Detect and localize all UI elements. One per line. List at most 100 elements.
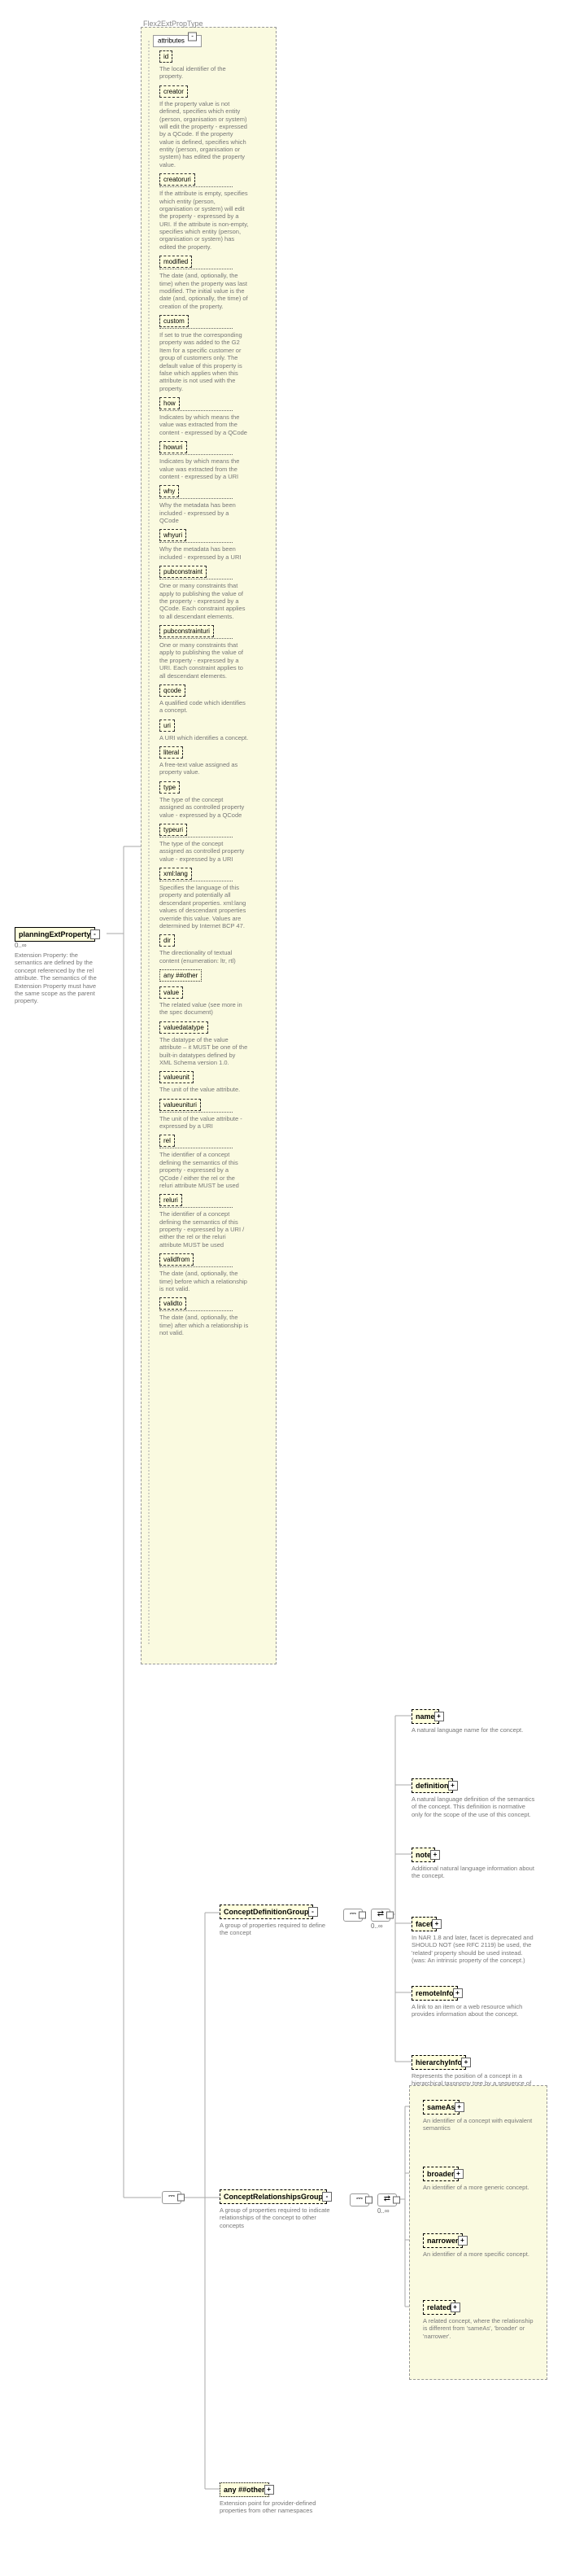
child-box[interactable]: related+	[423, 2300, 455, 2315]
attr-desc: The datatype of the value attribute – it…	[159, 1036, 249, 1067]
attr-label[interactable]: howuri	[159, 441, 187, 453]
expand-icon[interactable]: +	[434, 1712, 444, 1721]
attr-label[interactable]: creator	[159, 85, 188, 98]
sequence-icon: ⎓	[343, 1909, 363, 1922]
attr-desc: Why the metadata has been included - exp…	[159, 501, 249, 524]
attr-type: type The type of the concept assigned as …	[159, 781, 249, 819]
attr-literal: literalA free-text value assigned as pro…	[159, 746, 249, 776]
attributes-header[interactable]: attributes -	[153, 35, 202, 47]
child-box[interactable]: hierarchyInfo+	[412, 2055, 466, 2070]
expand-icon[interactable]: +	[455, 2102, 464, 2112]
attr-label[interactable]: custom	[159, 315, 189, 327]
attr-label[interactable]: value	[159, 986, 183, 999]
child-name: sameAs	[427, 2103, 455, 2111]
attr-valuedatatype: valuedatatype The datatype of the value a…	[159, 1021, 249, 1067]
child-box[interactable]: name+	[412, 1709, 439, 1724]
attr-how: how Indicates by which means the value wa…	[159, 397, 249, 436]
child-desc: An identifier of a more generic concept.	[423, 2184, 537, 2191]
sequence-icon: ⎓	[350, 2193, 369, 2206]
attr-label[interactable]: modified	[159, 256, 192, 268]
child-desc: A natural language name for the concept.	[412, 1726, 538, 1734]
child-name: facet	[416, 1920, 433, 1928]
child-desc: An identifier of a concept with equivale…	[423, 2117, 537, 2132]
cdg-child-remoteInfo: remoteInfo+A link to an item or a web re…	[412, 1986, 538, 2018]
expand-icon[interactable]: +	[432, 1919, 442, 1929]
attr-label[interactable]: xml:lang	[159, 868, 192, 880]
attr-label[interactable]: validfrom	[159, 1253, 194, 1266]
attr-label[interactable]: qcode	[159, 684, 185, 697]
any-other-name: any ##other	[224, 2486, 265, 2494]
crg-child-sameAs: sameAs+ An identifier of a concept with e…	[423, 2100, 537, 2132]
attr-label[interactable]: valueunit	[159, 1071, 194, 1083]
attr-label[interactable]: reluri	[159, 1194, 182, 1206]
cdg-child-note: note+ Additional natural language informa…	[412, 1848, 538, 1880]
attr-label[interactable]: id	[159, 50, 172, 63]
child-box[interactable]: remoteInfo+	[412, 1986, 458, 2001]
expand-icon[interactable]: -	[308, 1907, 318, 1917]
any-other-box[interactable]: any ##other +	[220, 2482, 269, 2497]
cdg-child-facet: facet+In NAR 1.8 and later, facet is dep…	[412, 1917, 538, 1965]
root-desc: Extension Property: the semantics are de…	[15, 951, 106, 1005]
attr-label[interactable]: why	[159, 485, 179, 497]
attr-label[interactable]: pubconstraint	[159, 566, 207, 578]
attr-label[interactable]: dir	[159, 934, 175, 947]
attr-creator: creatorIf the property value is not defi…	[159, 85, 249, 168]
expand-icon[interactable]: +	[448, 1781, 458, 1791]
root-range: 0..∞	[15, 942, 106, 949]
attr-label[interactable]: literal	[159, 746, 183, 759]
attr-label[interactable]: rel	[159, 1135, 175, 1147]
attr-desc: Indicates by which means the value was e…	[159, 413, 249, 436]
child-box[interactable]: narrower+	[423, 2233, 463, 2248]
attr-desc: The local identifier of the property.	[159, 65, 249, 81]
attr-label[interactable]: pubconstrainturi	[159, 625, 214, 637]
attr-label[interactable]: valueunituri	[159, 1099, 201, 1111]
attribute-list: id The local identifier of the property. c…	[159, 50, 249, 1341]
root-box[interactable]: planningExtProperty -	[15, 927, 95, 942]
expand-icon[interactable]: +	[453, 1988, 463, 1998]
attr-label[interactable]: whyuri	[159, 529, 186, 541]
expand-icon[interactable]: +	[458, 2236, 468, 2246]
expand-icon[interactable]: +	[461, 2058, 471, 2067]
child-desc: A natural language definition of the sem…	[412, 1795, 538, 1818]
expand-icon[interactable]: +	[430, 1850, 440, 1860]
expand-icon[interactable]: +	[451, 2303, 460, 2312]
expand-icon[interactable]: -	[90, 929, 100, 939]
cdg-box[interactable]: ConceptDefinitionGroup -	[220, 1905, 313, 1919]
attr-desc: The type of the concept assigned as cont…	[159, 796, 249, 819]
attr-label[interactable]: typeuri	[159, 824, 187, 836]
cdg-range: 0..∞	[371, 1922, 383, 1930]
child-desc: Additional natural language information …	[412, 1865, 538, 1880]
attr-label[interactable]: any ##other	[159, 969, 202, 982]
crg-child-narrower: narrower+An identifier of a more specifi…	[423, 2233, 537, 2258]
attr-label[interactable]: valuedatatype	[159, 1021, 208, 1034]
sequence-icon: ⎓	[162, 2191, 181, 2204]
attr-pubconstraint: pubconstraint One or many constraints tha…	[159, 566, 249, 620]
expand-icon[interactable]: +	[264, 2485, 274, 2495]
expand-icon[interactable]: -	[322, 2192, 332, 2202]
attr-desc: One or many constraints that apply to pu…	[159, 641, 249, 680]
child-box[interactable]: note+	[412, 1848, 435, 1862]
attr-label[interactable]: how	[159, 397, 180, 409]
attr-desc: A qualified code which identifies a conc…	[159, 699, 249, 715]
concept-relationships-group: ConceptRelationshipsGroup - A group of p…	[220, 2189, 342, 2229]
child-box[interactable]: definition+	[412, 1778, 453, 1793]
attr-id: id The local identifier of the property.	[159, 50, 249, 81]
attr-validto: validtoThe date (and, optionally, the ti…	[159, 1297, 249, 1336]
attr-any---other: any ##other	[159, 969, 249, 982]
attr-desc: The unit of the value attribute - expres…	[159, 1115, 249, 1131]
child-box[interactable]: broader+	[423, 2167, 459, 2181]
attr-label[interactable]: type	[159, 781, 180, 794]
expand-icon[interactable]: -	[188, 33, 197, 42]
child-box[interactable]: facet+	[412, 1917, 437, 1931]
attr-typeuri: typeuriThe type of the concept assigned …	[159, 824, 249, 863]
expand-icon[interactable]: +	[454, 2169, 464, 2179]
child-box[interactable]: sameAs+	[423, 2100, 460, 2115]
attr-label[interactable]: validto	[159, 1297, 186, 1310]
crg-box[interactable]: ConceptRelationshipsGroup -	[220, 2189, 327, 2204]
attr-desc: One or many constraints that apply to pu…	[159, 582, 249, 620]
attr-label[interactable]: creatoruri	[159, 173, 195, 186]
attr-header-label: attributes	[158, 37, 185, 45]
crg-child-related: related+A related concept, where the rel…	[423, 2300, 537, 2340]
attr-label[interactable]: uri	[159, 719, 175, 732]
attr-desc: Specifies the language of this property …	[159, 884, 249, 929]
